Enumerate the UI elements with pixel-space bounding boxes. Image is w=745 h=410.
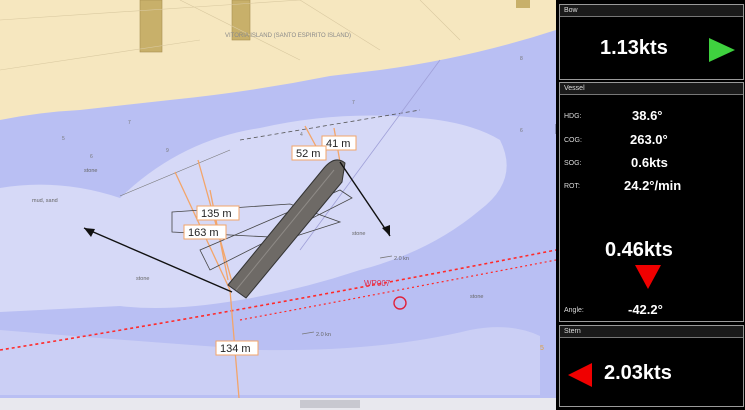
stern-section: Stern 2.03kts (559, 325, 744, 407)
cog-value: 263.0° (630, 132, 668, 147)
waypoint-label[interactable]: WP007 (364, 279, 391, 288)
sog-value: 0.6kts (631, 155, 668, 170)
bow-speed: 1.13kts (600, 37, 668, 59)
svg-text:163 m: 163 m (188, 227, 219, 239)
depth-sounding: 7 (128, 120, 131, 126)
land-area (0, 0, 556, 120)
island-label: VITORIA ISLAND (SANTO ESPIRITO ISLAND) (225, 33, 351, 39)
sog-label: SOG: (564, 160, 582, 167)
depth-sounding: 5 (62, 136, 65, 142)
depth-sounding: 6 (90, 154, 93, 160)
depth-sounding: 5 (540, 345, 544, 352)
bow-section: Bow 1.13kts (559, 4, 744, 80)
building (139, 0, 163, 53)
distance-label-163: 163 m (183, 224, 227, 240)
distance-label-135: 135 m (196, 205, 240, 221)
building (516, 0, 530, 8)
docking-panel: Bow 1.13kts Vessel HDG: 38.6° COG: 263.0… (556, 0, 745, 410)
app-root: VITORIA ISLAND (SANTO ESPIRITO ISLAND) W… (0, 0, 745, 410)
angle-value: -42.2° (628, 302, 663, 317)
arrow-left-icon (568, 363, 592, 387)
chart-canvas[interactable]: VITORIA ISLAND (SANTO ESPIRITO ISLAND) W… (0, 0, 556, 410)
waypoint-marker (393, 296, 407, 310)
vessel-section: Vessel HDG: 38.6° COG: 263.0° SOG: 0.6kt… (559, 82, 744, 322)
rot-label: ROT: (564, 183, 580, 190)
vessel-title: Vessel (560, 83, 743, 95)
bottom-label: stone (136, 276, 149, 282)
bottom-label: stone (84, 168, 97, 174)
nautical-chart[interactable]: VITORIA ISLAND (SANTO ESPIRITO ISLAND) W… (0, 0, 556, 410)
arrow-right-icon (709, 38, 735, 62)
depth-sounding: 7 (352, 100, 355, 106)
distance-label-134: 134 m (215, 340, 259, 356)
hdg-value: 38.6° (632, 108, 663, 123)
stern-speed: 2.03kts (604, 362, 672, 384)
stern-title: Stern (560, 326, 743, 338)
depth-sounding: 6 (520, 128, 523, 134)
svg-text:135 m: 135 m (201, 208, 232, 220)
cog-label: COG: (564, 137, 582, 144)
distance-label-41: 41 m (321, 135, 357, 151)
angle-label: Angle: (564, 307, 584, 314)
distance-label-52: 52 m (291, 145, 327, 161)
svg-text:52 m: 52 m (296, 148, 320, 160)
rot-value: 24.2°/min (624, 178, 682, 193)
lateral-speed: 0.46kts (605, 239, 673, 261)
bottom-label: stone (470, 294, 483, 300)
depth-sounding: 9 (166, 148, 169, 154)
depth-sounding: 4 (300, 132, 303, 138)
bottom-label: mud, sand (32, 198, 58, 204)
depth-sounding: 8 (520, 56, 523, 62)
hdg-label: HDG: (564, 113, 582, 120)
svg-text:134 m: 134 m (220, 343, 251, 355)
arrow-down-icon (635, 265, 661, 289)
current-label: 2.0 kn (316, 332, 331, 338)
bottom-label: stone (352, 231, 365, 237)
svg-text:41 m: 41 m (326, 138, 350, 150)
bow-title: Bow (560, 5, 743, 17)
current-label: 2.0 kn (394, 256, 409, 262)
